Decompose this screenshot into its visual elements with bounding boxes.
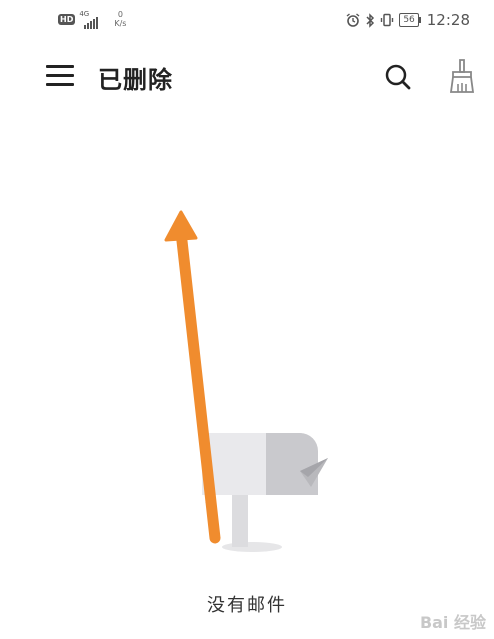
mailbox-illustration bbox=[202, 433, 328, 552]
status-clock: 12:28 bbox=[426, 11, 470, 29]
bluetooth-icon bbox=[366, 12, 375, 28]
network-speed-unit: K/s bbox=[114, 19, 127, 28]
network-speed: 0 K/s bbox=[114, 10, 126, 28]
hd-badge: HD bbox=[58, 14, 76, 25]
battery-indicator: 56 bbox=[399, 13, 422, 27]
cellular-signal-icon: 4G bbox=[78, 10, 106, 32]
search-icon[interactable] bbox=[382, 61, 414, 93]
watermark: Bai 经验 bbox=[419, 613, 486, 632]
app-bar: 已删除 bbox=[0, 52, 494, 100]
hamburger-menu-icon[interactable] bbox=[46, 65, 76, 87]
status-bar: HD 4G 0 K/s 56 12:28 bbox=[0, 0, 494, 40]
network-speed-value: 0 bbox=[117, 10, 123, 19]
page-title: 已删除 bbox=[98, 66, 173, 94]
status-left: HD 4G 0 K/s bbox=[58, 10, 126, 32]
vibrate-icon bbox=[381, 13, 394, 27]
broom-icon[interactable] bbox=[446, 58, 478, 94]
alarm-icon bbox=[346, 13, 360, 27]
status-right: 56 12:28 bbox=[346, 11, 470, 29]
